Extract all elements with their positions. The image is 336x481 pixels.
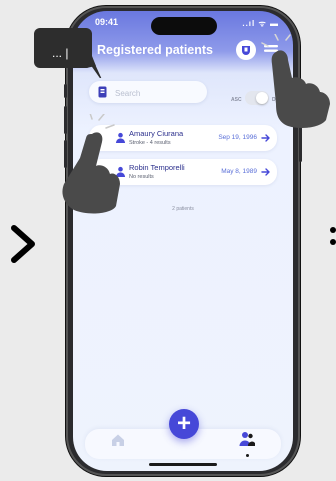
sort-asc-label: ASC xyxy=(231,97,242,103)
status-time: 09:41 xyxy=(95,17,119,27)
dynamic-island xyxy=(151,17,217,35)
search-input[interactable] xyxy=(113,84,205,102)
home-indicator xyxy=(149,463,217,466)
hand-pointer-icon xyxy=(62,114,120,214)
patient-birthdate: May 8, 1989 xyxy=(221,168,257,175)
arrow-right-icon[interactable] xyxy=(261,167,271,177)
status-icons: ..ıl ᯤ ▬ xyxy=(242,19,279,28)
plus-icon[interactable]: + xyxy=(169,410,199,438)
hand-pointer-icon xyxy=(261,34,330,128)
page-title: Registered patients xyxy=(97,43,214,57)
typing-bubble-text: ... | xyxy=(52,46,69,60)
patient-birthdate: Sep 19, 1996 xyxy=(218,134,257,141)
search-bar[interactable] xyxy=(89,81,207,103)
dots-icon xyxy=(330,227,336,245)
chevron-right-icon xyxy=(11,225,35,263)
patient-name: Amaury Ciurana xyxy=(129,129,184,138)
active-tab-indicator xyxy=(246,454,249,457)
patient-file-icon xyxy=(98,86,107,98)
home-icon[interactable] xyxy=(111,433,125,447)
side-button xyxy=(64,84,67,98)
patients-icon[interactable] xyxy=(239,431,255,447)
patient-name: Robin Temporelli xyxy=(129,163,185,172)
patient-subtitle: No results xyxy=(129,174,154,180)
patient-subtitle: Stroke - 4 results xyxy=(129,140,171,146)
arrow-right-icon[interactable] xyxy=(261,133,271,143)
add-patient-button[interactable]: + xyxy=(169,409,199,439)
typing-bubble xyxy=(34,28,102,78)
